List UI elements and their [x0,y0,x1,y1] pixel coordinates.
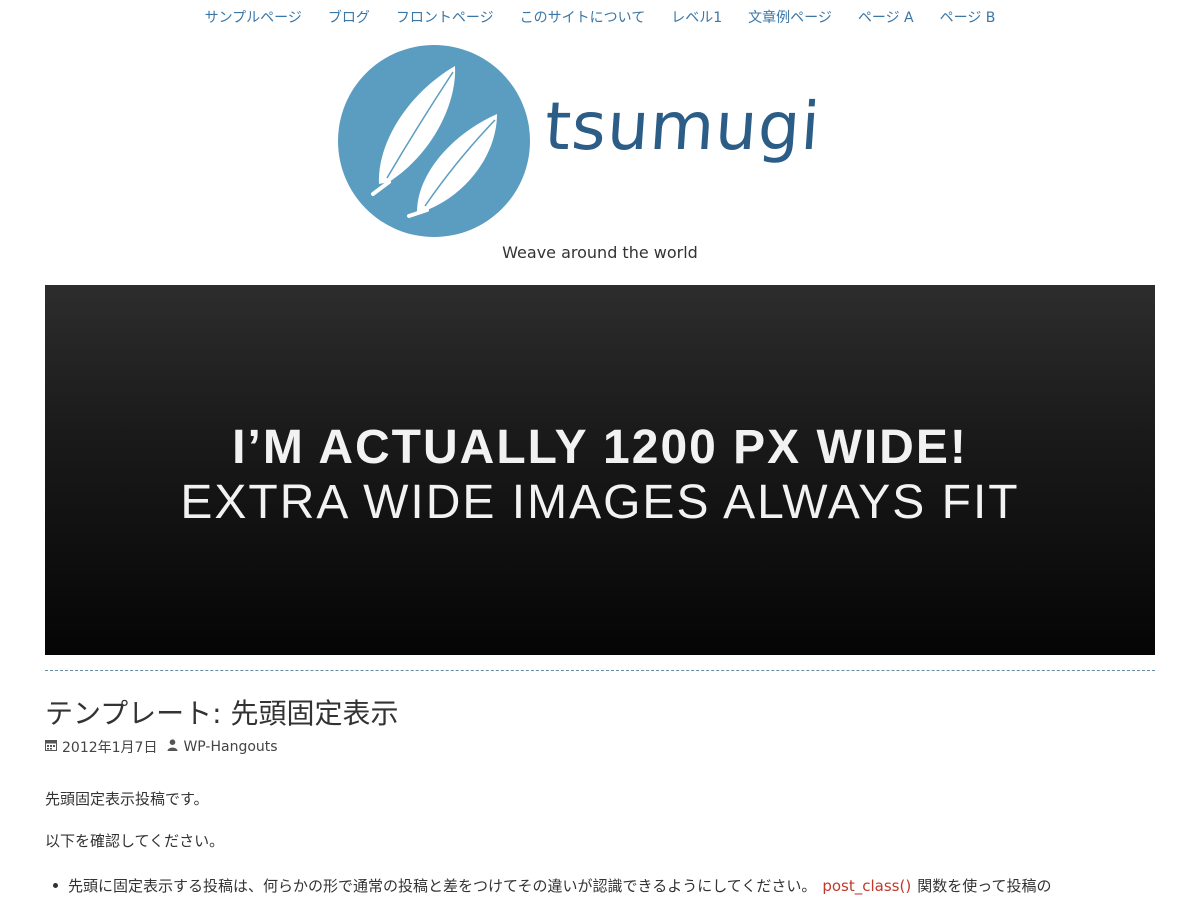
bullet-text-after: 関数を使って投稿の [917,877,1052,895]
nav-item-page-b[interactable]: ページ B [940,7,996,27]
nav-item-page-a[interactable]: ページ A [858,7,914,27]
post-author[interactable]: WP-Hangouts [183,739,277,755]
post-title[interactable]: テンプレート: 先頭固定表示 [45,692,399,732]
top-navigation: サンプルページ ブログ フロントページ このサイトについて レベル1 文章例ペー… [0,0,1200,34]
site-tagline: Weave around the world [502,243,698,262]
bullet-text-before: 先頭に固定表示する投稿は、何らかの形で通常の投稿と差をつけてその違いが認識できる… [68,877,817,895]
nav-item-text-example[interactable]: 文章例ページ [748,7,832,27]
post-paragraph-1: 先頭固定表示投稿です。 [45,790,209,808]
site-logo-text: tsumugi [542,88,824,165]
post-paragraph-2: 以下を確認してください。 [45,832,225,850]
user-icon [167,739,178,755]
hero-banner-image: I’M ACTUALLY 1200 PX WIDE! EXTRA WIDE IM… [45,285,1155,655]
nav-item-sample-page[interactable]: サンプルページ [205,7,302,27]
calendar-icon [45,739,57,755]
bullet-marker [53,883,58,888]
nav-item-about[interactable]: このサイトについて [520,7,646,27]
list-item: 先頭に固定表示する投稿は、何らかの形で通常の投稿と差をつけてその違いが認識できる… [45,875,1051,896]
post-date[interactable]: 2012年1月7日 [62,737,157,757]
content-divider [45,670,1155,671]
site-logo[interactable]: tsumugi [337,44,823,238]
nav-item-blog[interactable]: ブログ [328,7,370,27]
hero-line-1: I’M ACTUALLY 1200 PX WIDE! [232,421,968,474]
nav-item-front-page[interactable]: フロントページ [396,7,494,27]
post-meta: 2012年1月7日 WP-Hangouts [45,737,278,757]
nav-item-level1[interactable]: レベル1 [671,7,722,27]
hero-line-2: EXTRA WIDE IMAGES ALWAYS FIT [180,476,1020,529]
feather-logo-icon [338,45,530,237]
post-class-link[interactable]: post_class() [822,877,911,895]
